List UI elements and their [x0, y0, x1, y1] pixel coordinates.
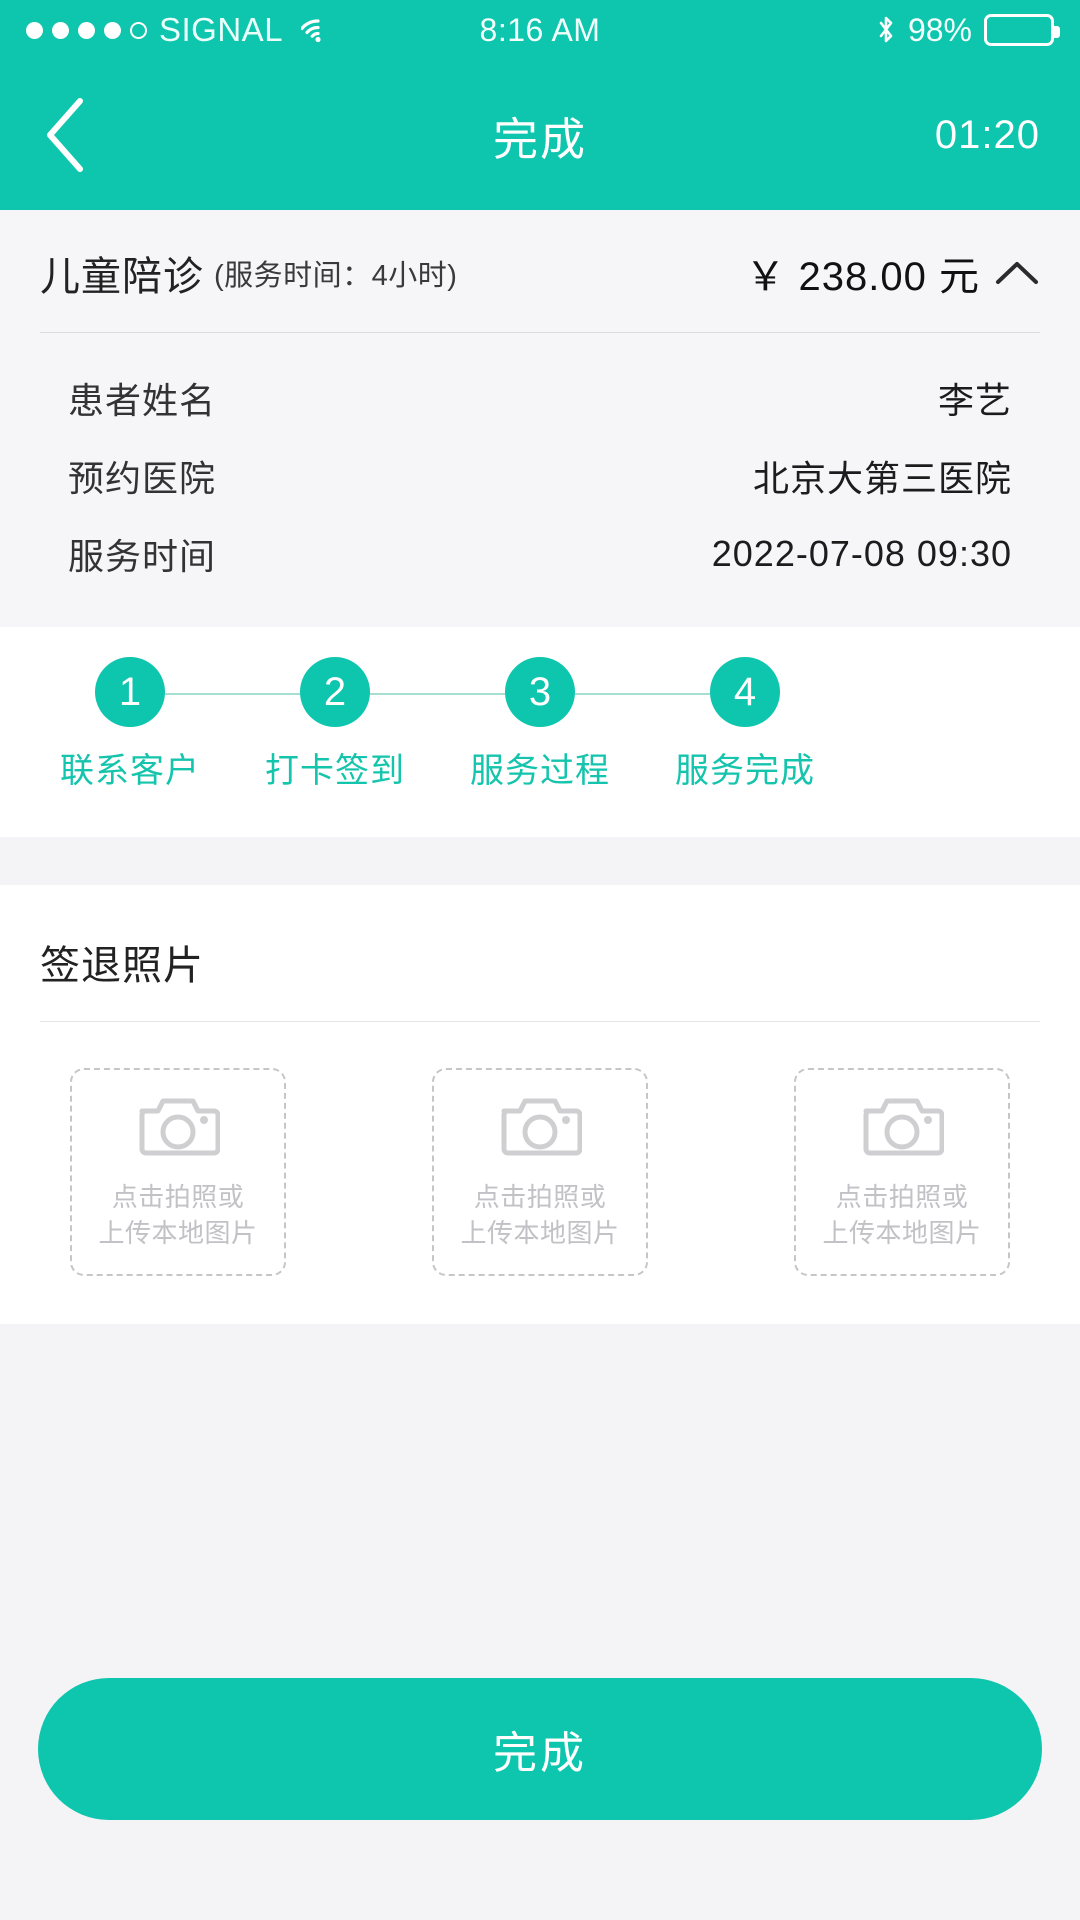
row-label: 预约医院	[68, 458, 217, 499]
upload-hint-line2: 上传本地图片	[98, 1217, 258, 1248]
upload-hint: 点击拍照或 上传本地图片	[822, 1180, 981, 1250]
section-title: 签退照片	[40, 944, 204, 988]
row-value: 2022-07-08 09:30	[711, 533, 1012, 574]
row-value: 北京大第三医院	[752, 458, 1012, 499]
stepper-label-2: 打卡签到	[265, 752, 405, 790]
footer-bar: 完成	[0, 1640, 1080, 1920]
stepper-label-3: 服务过程	[470, 752, 610, 790]
stepper-step-3[interactable]: 3	[505, 657, 575, 727]
stepper-connector	[165, 693, 300, 695]
photo-upload-grid: 点击拍照或 上传本地图片 点击拍照或 上传本地图片 点击拍照或 上传本地图片	[0, 1022, 1080, 1276]
row-label: 服务时间	[68, 536, 217, 577]
upload-hint-line2: 上传本地图片	[822, 1217, 982, 1248]
photo-upload-slot-1[interactable]: 点击拍照或 上传本地图片	[70, 1068, 286, 1276]
upload-hint-line1: 点击拍照或	[835, 1182, 969, 1213]
order-header-row[interactable]: 儿童陪诊 (服务时间：4小时) ￥ 238.00 元	[0, 210, 1080, 332]
upload-hint: 点击拍照或 上传本地图片	[460, 1180, 619, 1250]
order-price: ￥ 238.00 元	[745, 255, 980, 299]
stepper-label-1: 联系客户	[60, 752, 200, 790]
upload-hint: 点击拍照或 上传本地图片	[98, 1180, 257, 1250]
row-label: 患者姓名	[68, 380, 217, 421]
stepper-step-1[interactable]: 1	[95, 657, 165, 727]
stepper-step-2[interactable]: 2	[300, 657, 370, 727]
page-title: 完成	[492, 113, 587, 165]
upload-hint-line2: 上传本地图片	[460, 1217, 620, 1248]
service-name: 儿童陪诊	[40, 255, 204, 299]
table-row: 预约医院 北京大第三医院	[40, 437, 1040, 515]
camera-icon	[498, 1093, 583, 1164]
chevron-up-icon	[996, 262, 1038, 284]
service-duration: (服务时间：4小时)	[214, 260, 458, 292]
stepper-labels: 联系客户 打卡签到 服务过程 服务完成	[0, 743, 1080, 803]
upload-hint-line1: 点击拍照或	[111, 1182, 245, 1213]
row-value: 李艺	[937, 380, 1012, 421]
collapse-toggle-button[interactable]	[994, 250, 1040, 296]
app-screen: SIGNAL 8:16 AM 98% 完成 01:20 儿童陪诊 (服务时间：4…	[0, 0, 1080, 1920]
stepper-track: 1 2 3 4	[0, 657, 1080, 729]
table-row: 服务时间 2022-07-08 09:30	[40, 515, 1040, 593]
battery-icon	[984, 14, 1060, 46]
battery-percent-label: 98%	[907, 11, 972, 48]
photo-upload-slot-2[interactable]: 点击拍照或 上传本地图片	[432, 1068, 648, 1276]
status-bar: SIGNAL 8:16 AM 98%	[0, 0, 1080, 60]
order-detail-list: 患者姓名 李艺 预约医院 北京大第三医院 服务时间 2022-07-08 09:…	[0, 333, 1080, 627]
status-bar-right: 98%	[876, 11, 1060, 49]
upload-hint-line1: 点击拍照或	[473, 1182, 607, 1213]
camera-icon	[136, 1093, 221, 1164]
table-row: 患者姓名 李艺	[40, 359, 1040, 437]
stepper-connector	[575, 693, 710, 695]
progress-stepper: 1 2 3 4 联系客户 打卡签到 服务过程 服务完成	[0, 627, 1080, 837]
countdown-timer: 01:20	[934, 112, 1040, 157]
photo-upload-slot-3[interactable]: 点击拍照或 上传本地图片	[794, 1068, 1010, 1276]
nav-bar: 完成 01:20	[0, 60, 1080, 210]
price-group: ￥ 238.00 元	[745, 244, 1040, 302]
stepper-step-4[interactable]: 4	[710, 657, 780, 727]
submit-complete-button[interactable]: 完成	[38, 1678, 1042, 1820]
checkout-photo-section: 签退照片 点击拍照或 上传本地图片 点击拍照或 上传本地图片 点击拍照或 上传本…	[0, 885, 1080, 1324]
stepper-label-4: 服务完成	[675, 752, 815, 790]
section-gap	[0, 837, 1080, 885]
camera-icon	[860, 1093, 945, 1164]
order-card: 儿童陪诊 (服务时间：4小时) ￥ 238.00 元 患者姓名 李艺 预约医院 …	[0, 210, 1080, 627]
bluetooth-icon	[876, 15, 896, 45]
stepper-connector	[370, 693, 505, 695]
